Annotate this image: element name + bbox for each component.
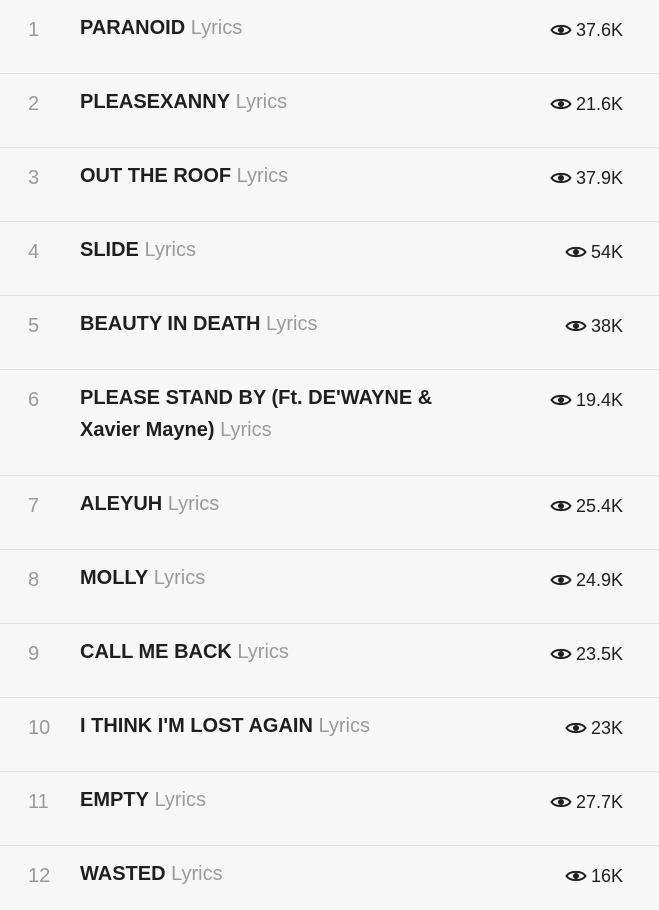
track-number: 11 [28,791,49,813]
view-count: 54K [565,241,623,263]
lyrics-suffix: Lyrics [190,17,243,39]
track-title[interactable]: ALEYUH [80,493,162,515]
track-row-9[interactable]: 9 CALL ME BACK Lyrics 23.5K [0,624,659,698]
lyrics-suffix: Lyrics [220,419,272,441]
track-number: 12 [28,865,51,887]
track-title-link[interactable]: ALEYUH Lyrics [80,488,480,520]
track-number: 3 [28,167,40,189]
track-title-link[interactable]: MOLLY Lyrics [80,562,480,594]
track-row-8[interactable]: 8 MOLLY Lyrics 24.9K [0,550,659,624]
track-number: 7 [28,495,40,517]
view-count: 19.4K [550,389,623,411]
view-count: 21.6K [550,93,623,115]
view-count-value: 16K [590,866,623,886]
view-count-value: 54K [590,242,623,262]
track-title-link[interactable]: BEAUTY IN DEATH Lyrics [80,308,480,340]
track-row-7[interactable]: 7 ALEYUH Lyrics 25.4K [0,476,659,550]
tracklist: 1 PARANOID Lyrics 37.6K 2 PLEASEXANNY Ly… [0,0,659,910]
track-title-link[interactable]: PLEASEXANNY Lyrics [80,86,480,118]
view-count-value: 23.5K [575,644,623,664]
eye-icon [550,97,572,111]
eye-icon [550,573,572,587]
track-number: 2 [28,93,40,115]
track-title[interactable]: WASTED [80,863,166,885]
eye-icon [550,795,572,809]
track-number: 5 [28,315,40,337]
view-count-value: 37.9K [575,168,623,188]
view-count-value: 19.4K [575,390,623,410]
view-count: 23.5K [550,643,623,665]
lyrics-suffix: Lyrics [265,313,318,335]
track-title-link[interactable]: CALL ME BACK Lyrics [80,636,480,668]
track-title[interactable]: EMPTY [80,789,149,811]
view-count: 23K [565,717,623,739]
view-count: 38K [565,315,623,337]
track-number: 1 [28,19,40,41]
eye-icon [565,869,587,883]
lyrics-suffix: Lyrics [154,789,206,811]
track-title[interactable]: MOLLY [80,567,148,589]
track-title[interactable]: CALL ME BACK [80,641,232,663]
track-number: 10 [28,717,51,739]
track-row-5[interactable]: 5 BEAUTY IN DEATH Lyrics 38K [0,296,659,370]
view-count-value: 37.6K [575,20,623,40]
track-title-link[interactable]: SLIDE Lyrics [80,234,480,266]
view-count: 37.9K [550,167,623,189]
eye-icon [565,319,587,333]
view-count-value: 27.7K [575,792,623,812]
track-row-4[interactable]: 4 SLIDE Lyrics 54K [0,222,659,296]
eye-icon [550,647,572,661]
track-title-link[interactable]: EMPTY Lyrics [80,784,480,816]
track-title-link[interactable]: I THINK I'M LOST AGAIN Lyrics [80,710,480,742]
track-title[interactable]: OUT THE ROOF [80,165,231,187]
lyrics-suffix: Lyrics [236,165,289,187]
lyrics-suffix: Lyrics [153,567,206,589]
view-count-value: 23K [590,718,623,738]
eye-icon [550,393,572,407]
view-count-value: 21.6K [575,94,623,114]
track-title[interactable]: I THINK I'M LOST AGAIN [80,715,313,737]
eye-icon [550,499,572,513]
track-title[interactable]: PLEASEXANNY [80,91,230,113]
lyrics-suffix: Lyrics [237,641,289,663]
track-row-1[interactable]: 1 PARANOID Lyrics 37.6K [0,0,659,74]
track-row-11[interactable]: 11 EMPTY Lyrics 27.7K [0,772,659,846]
track-row-12[interactable]: 12 WASTED Lyrics 16K [0,846,659,910]
view-count: 24.9K [550,569,623,591]
view-count: 25.4K [550,495,623,517]
lyrics-suffix: Lyrics [318,715,370,737]
lyrics-suffix: Lyrics [144,239,196,261]
track-number: 4 [28,241,40,263]
view-count-value: 38K [590,316,623,336]
track-row-10[interactable]: 10 I THINK I'M LOST AGAIN Lyrics 23K [0,698,659,772]
track-number: 9 [28,643,40,665]
eye-icon [565,721,587,735]
eye-icon [550,23,572,37]
track-title-link[interactable]: PLEASE STAND BY (Ft. DE'WAYNE & Xavier M… [80,382,480,446]
view-count: 27.7K [550,791,623,813]
track-title-link[interactable]: WASTED Lyrics [80,858,480,890]
track-row-3[interactable]: 3 OUT THE ROOF Lyrics 37.9K [0,148,659,222]
eye-icon [550,171,572,185]
eye-icon [565,245,587,259]
view-count-value: 25.4K [575,496,623,516]
track-title[interactable]: SLIDE [80,239,139,261]
track-row-6[interactable]: 6 PLEASE STAND BY (Ft. DE'WAYNE & Xavier… [0,370,659,476]
track-title-link[interactable]: PARANOID Lyrics [80,12,480,44]
lyrics-suffix: Lyrics [171,863,223,885]
lyrics-suffix: Lyrics [167,493,220,515]
track-title[interactable]: PARANOID [80,17,185,39]
view-count: 37.6K [550,19,623,41]
track-row-2[interactable]: 2 PLEASEXANNY Lyrics 21.6K [0,74,659,148]
view-count-value: 24.9K [575,570,623,590]
track-title[interactable]: BEAUTY IN DEATH [80,313,260,335]
view-count: 16K [565,865,623,887]
track-title-link[interactable]: OUT THE ROOF Lyrics [80,160,480,192]
track-number: 6 [28,389,40,411]
lyrics-suffix: Lyrics [235,91,288,113]
track-number: 8 [28,569,40,591]
